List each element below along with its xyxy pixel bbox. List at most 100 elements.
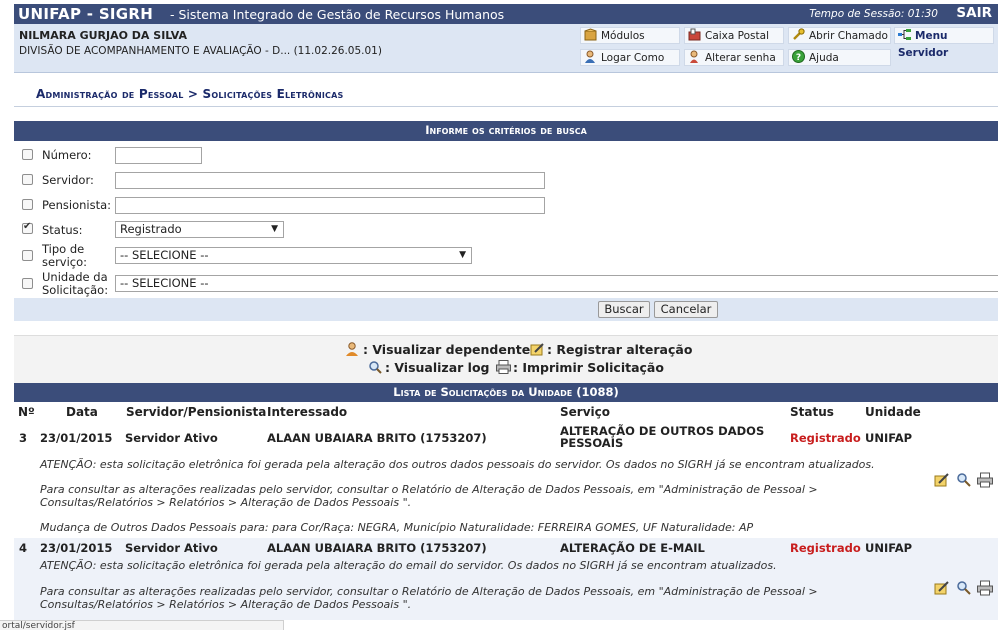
ajuda-button[interactable]: ? Ajuda (788, 49, 891, 66)
printer-icon (496, 360, 511, 374)
session-timer: Tempo de Sessão: 01:30 (809, 8, 938, 20)
table-row: 3 23/01/2015 Servidor Ativo ALAAN UBAIAR… (14, 422, 998, 538)
row-note-consult: Para consultar as alterações realizadas … (40, 585, 818, 611)
row-type: Servidor Ativo (125, 431, 218, 445)
pensionista-label: Pensionista: (42, 198, 112, 212)
dropdown-arrow-icon: ▼ (271, 224, 278, 234)
servidor-row: Servidor: (14, 172, 998, 190)
wrench-icon (792, 28, 805, 41)
edit-note-icon[interactable] (934, 580, 950, 596)
search-form: Número: Servidor: Pensionista: Status: R… (14, 141, 998, 298)
user-dependent-icon (346, 342, 361, 356)
servidor-checkbox[interactable] (22, 174, 33, 185)
legend-registrar-alteracao: : Registrar alteração (530, 342, 692, 357)
unidade-label-line2: Solicitação: (42, 283, 109, 297)
numero-row: Número: (14, 147, 998, 165)
numero-label: Número: (42, 148, 92, 162)
tipo-servico-label-line2: serviço: (42, 255, 88, 269)
col-status: Status (790, 405, 834, 419)
col-interessado: Interessado (267, 405, 348, 419)
numero-checkbox[interactable] (22, 149, 33, 160)
help-icon: ? (792, 50, 805, 63)
ajuda-label: Ajuda (809, 52, 839, 64)
tipo-servico-checkbox[interactable] (22, 250, 33, 261)
breadcrumb: Administração de Pessoal > Solicitações … (14, 80, 998, 107)
tipo-servico-label-line1: Tipo de (42, 242, 85, 256)
dropdown-arrow-icon: ▼ (459, 250, 466, 260)
user-info-bar: NILMARA GURJAO DA SILVA DIVISÃO DE ACOMP… (14, 24, 998, 73)
user-name: NILMARA GURJAO DA SILVA (19, 29, 188, 42)
icon-legend: : Visualizar dependente : Registrar alte… (14, 335, 998, 383)
table-header: Nº Data Servidor/Pensionista Interessado… (14, 402, 998, 422)
row-type: Servidor Ativo (125, 541, 218, 555)
edit-note-icon[interactable] (934, 472, 950, 488)
unidade-checkbox[interactable] (22, 278, 33, 289)
alterar-senha-button[interactable]: Alterar senha (684, 49, 784, 66)
system-title-bar: UNIFAP - SIGRH - Sistema Integrado de Ge… (14, 4, 998, 24)
row-note-attention: ATENÇÃO: esta solicitação eletrônica foi… (40, 458, 875, 471)
printer-icon[interactable] (977, 472, 993, 488)
row-note-consult: Para consultar as alterações realizadas … (40, 483, 818, 509)
buscar-button[interactable]: Buscar (598, 301, 650, 318)
logout-link[interactable]: SAIR (956, 5, 992, 21)
row-note-consult-line1: Para consultar as alterações realizadas … (40, 585, 818, 598)
legend-imprimir: : Imprimir Solicitação (496, 360, 664, 375)
abrir-chamado-button[interactable]: Abrir Chamado (788, 27, 891, 44)
unidade-label: Unidade da Solicitação: (42, 271, 108, 297)
row-note-consult-line2: Consultas/Relatórios > Relatórios > Alte… (40, 598, 412, 611)
search-button-bar: Buscar Cancelar (14, 298, 998, 321)
legend-registrar-alteracao-label: : Registrar alteração (547, 342, 693, 357)
logar-como-button[interactable]: Logar Como (580, 49, 680, 66)
numero-input[interactable] (115, 147, 202, 164)
browser-status-bar: ortal/servidor.jsf (0, 620, 284, 631)
magnifier-icon[interactable] (956, 472, 972, 488)
svg-text:?: ? (796, 53, 801, 63)
tipo-servico-label: Tipo de serviço: (42, 243, 87, 269)
row-note-consult-line2: Consultas/Relatórios > Relatórios > Alte… (40, 496, 412, 509)
user-division: DIVISÃO DE ACOMPANHAMENTO E AVALIAÇÃO - … (19, 45, 382, 57)
pensionista-input[interactable] (115, 197, 545, 214)
magnifier-icon[interactable] (956, 580, 972, 596)
row-unit: UNIFAP (865, 431, 913, 445)
row-status: Registrado (790, 541, 861, 555)
unidade-row: Unidade da Solicitação: -- SELECIONE -- (14, 271, 998, 297)
menu-servidor-button[interactable]: Menu Servidor (894, 27, 994, 59)
row-service: ALTERAÇÃO DE E-MAIL (560, 541, 705, 555)
sitemap-icon (898, 28, 911, 41)
status-checkbox[interactable] (22, 221, 33, 234)
row-service-line2: PESSOAIS (560, 436, 624, 450)
legend-visualizar-dependente: : Visualizar dependente (346, 342, 530, 357)
modulos-label: Módulos (601, 30, 645, 42)
user-key-icon (688, 50, 701, 63)
caixa-postal-button[interactable]: Caixa Postal (684, 27, 784, 44)
row-note-consult-line1: Para consultar as alterações realizadas … (40, 483, 818, 496)
caixa-postal-label: Caixa Postal (705, 30, 769, 42)
col-servico: Serviço (560, 405, 610, 419)
breadcrumb-text: Administração de Pessoal > Solicitações … (36, 87, 344, 101)
status-select[interactable]: Registrado ▼ (115, 221, 284, 238)
edit-note-icon (530, 342, 545, 356)
system-brand: UNIFAP - SIGRH (18, 5, 154, 23)
pensionista-checkbox[interactable] (22, 199, 33, 210)
mailbox-icon (688, 28, 701, 41)
row-note-attention: ATENÇÃO: esta solicitação eletrônica foi… (40, 559, 777, 572)
legend-visualizar-log-label: : Visualizar log (385, 360, 490, 375)
magnifier-icon (368, 360, 383, 374)
cancelar-button[interactable]: Cancelar (654, 301, 718, 318)
pensionista-row: Pensionista: (14, 197, 998, 215)
printer-icon[interactable] (977, 580, 993, 596)
row-interested: ALAAN UBAIARA BRITO (1753207) (267, 541, 487, 555)
row-unit: UNIFAP (865, 541, 913, 555)
tipo-servico-select[interactable]: -- SELECIONE -- ▼ (115, 247, 472, 264)
row-number: 4 (19, 541, 28, 555)
unidade-select-value: -- SELECIONE -- (120, 276, 209, 290)
status-label: Status: (42, 223, 83, 237)
search-criteria-header: Informe os critérios de busca (14, 121, 998, 141)
unidade-select[interactable]: -- SELECIONE -- (115, 275, 998, 292)
row-number: 3 (19, 431, 28, 445)
legend-visualizar-dependente-label: : Visualizar dependente (363, 342, 531, 357)
servidor-input[interactable] (115, 172, 545, 189)
col-unidade: Unidade (865, 405, 921, 419)
modulos-button[interactable]: Módulos (580, 27, 680, 44)
tipo-servico-select-value: -- SELECIONE -- (120, 248, 209, 262)
